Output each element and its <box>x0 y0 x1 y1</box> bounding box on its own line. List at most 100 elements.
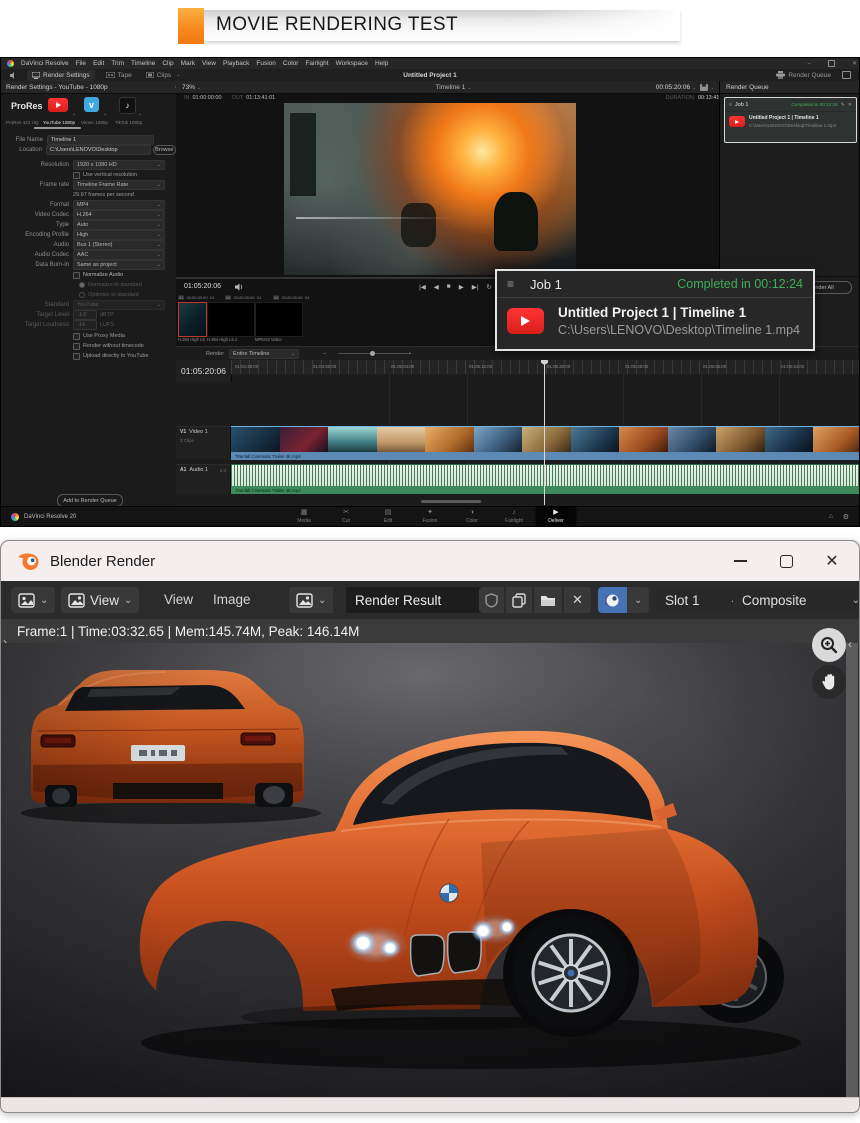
normalize-audio-checkbox[interactable] <box>73 272 80 279</box>
clips-button[interactable]: Clips <box>141 70 186 81</box>
viewer-timecode[interactable]: 00:05:20:06 <box>656 84 697 91</box>
skip-forward-button[interactable]: ▶| <box>472 283 479 291</box>
menu-file[interactable]: File <box>76 60 86 67</box>
pan-tool-button[interactable] <box>812 665 846 699</box>
preset-vimeo-chevron-icon[interactable] <box>101 102 107 120</box>
editor-type-button[interactable]: ⌄ <box>11 587 55 613</box>
fake-user-button[interactable] <box>479 587 504 613</box>
location-input[interactable]: C:\Users\LENOVO\Desktop <box>46 145 151 155</box>
timeline-scrollbar[interactable] <box>421 500 481 503</box>
preset-youtube-icon[interactable] <box>48 98 68 112</box>
video-track-header[interactable]: V1 Video 1 3 Clips <box>176 426 231 459</box>
open-image-button[interactable] <box>534 587 562 613</box>
page-tab-cut[interactable]: ✂ Cut <box>326 509 367 524</box>
target-level-input[interactable]: -1.0 <box>73 310 97 320</box>
preset-tiktok-icon[interactable]: ♪ <box>119 97 136 114</box>
render-queue-job-card[interactable]: ≡ Job 1 Completed in 00:12:24 ✎ ✕ Untitl… <box>724 97 857 143</box>
image-datablock-button[interactable]: ⌄ <box>289 587 333 613</box>
page-tab-media[interactable]: ▦ Media <box>284 509 325 524</box>
menu-clip[interactable]: Clip <box>162 60 173 67</box>
menu-trim[interactable]: Trim <box>111 60 124 67</box>
menu-workspace[interactable]: Workspace <box>336 60 368 67</box>
preset-vimeo-icon[interactable]: v <box>84 97 99 112</box>
home-icon[interactable]: ⌂ <box>828 513 832 520</box>
datablock-name-field[interactable]: Render Result <box>346 587 492 613</box>
speaker-toggle-icon[interactable] <box>5 70 23 81</box>
menu-edit[interactable]: Edit <box>93 60 104 67</box>
preset-scroll-indicator[interactable] <box>34 127 81 129</box>
job1-thumbnail[interactable] <box>178 302 207 337</box>
preset-youtube-chevron-icon[interactable] <box>70 102 76 120</box>
audio-codec-select[interactable]: AAC <box>73 250 165 260</box>
menu-view[interactable]: View <box>164 592 193 607</box>
zoom-in-tool-button[interactable] <box>812 628 846 662</box>
menu-image[interactable]: Image <box>213 592 251 607</box>
preset-label-tiktok[interactable]: TikTok 1080p <box>115 120 142 125</box>
use-proxy-checkbox[interactable] <box>73 333 80 340</box>
format-select[interactable]: MP4 <box>73 200 165 210</box>
render-settings-button[interactable]: Render Settings <box>27 70 95 81</box>
frame-rate-select[interactable]: Timeline Frame Rate <box>73 180 165 190</box>
page-tab-deliver[interactable]: ▶ Deliver <box>536 507 577 526</box>
render-result-view[interactable] <box>1 643 846 1097</box>
job-remove-icon[interactable]: ✕ <box>848 102 852 108</box>
menu-mark[interactable]: Mark <box>181 60 195 67</box>
render-scope-select[interactable]: Entire Timeline <box>229 349 299 359</box>
blender-close-button[interactable]: ✕ <box>809 551 855 571</box>
save-icon[interactable] <box>700 84 708 91</box>
vertical-res-checkbox[interactable] <box>73 172 80 179</box>
loop-button[interactable]: ↻ <box>486 283 491 291</box>
settings-gear-icon[interactable]: ⚙ <box>843 513 849 521</box>
browse-button[interactable]: Browse <box>153 145 176 155</box>
blender-titlebar[interactable]: Blender Render ✕ <box>1 541 859 581</box>
menu-fairlight[interactable]: Fairlight <box>305 60 328 67</box>
job2-thumbnail[interactable] <box>207 302 255 337</box>
page-tab-color[interactable]: ◑ Color <box>452 509 493 524</box>
menu-color[interactable]: Color <box>283 60 299 67</box>
stop-button[interactable]: ■ <box>447 283 451 290</box>
page-tab-edit[interactable]: ▤ Edit <box>368 509 409 524</box>
file-name-input[interactable]: Timeline 1 <box>47 135 154 145</box>
no-timecode-checkbox[interactable] <box>73 343 80 350</box>
zoom-slider[interactable] <box>338 353 408 354</box>
type-select[interactable]: Auto <box>73 220 165 230</box>
timeline-playhead[interactable] <box>544 360 545 505</box>
audio-track-header[interactable]: A1 Audio 1 2.0 <box>176 464 231 494</box>
timeline-select[interactable]: Timeline 1 <box>436 84 472 91</box>
preset-prores[interactable]: ProRes <box>11 101 43 111</box>
normalize-std-radio[interactable] <box>79 282 85 288</box>
preset-label-vimeo[interactable]: Vimeo 1080p <box>81 120 108 125</box>
preset-label-prores[interactable]: ProRes 422 HQ <box>6 120 38 125</box>
page-tab-fusion[interactable]: ✦ Fusion <box>410 509 451 524</box>
viewer-zoom-select[interactable]: 73% <box>182 84 201 91</box>
skip-back-button[interactable]: |◀ <box>419 283 426 291</box>
render-queue-toolbar-button[interactable]: Render Queue <box>771 70 836 81</box>
menu-view[interactable]: View <box>202 60 216 67</box>
blender-maximize-button[interactable] <box>763 555 809 568</box>
view-mode-dropdown[interactable]: View ⌄ <box>61 587 139 613</box>
pin-chevron-button[interactable]: ⌄ <box>627 587 649 613</box>
right-panel-collapse-icon[interactable]: ‹ <box>848 637 852 651</box>
panel-toggle-icon[interactable] <box>842 71 851 79</box>
audio-select[interactable]: Bus 1 (Stereo) <box>73 240 165 250</box>
preset-tiktok-chevron-icon[interactable] <box>136 102 142 120</box>
zoom-slider-handle[interactable] <box>370 351 375 356</box>
duplicate-button[interactable] <box>506 587 532 613</box>
zoom-in-icon[interactable]: + <box>408 351 411 357</box>
job3-thumbnail[interactable] <box>255 302 303 337</box>
standard-select[interactable]: YouTube <box>73 300 165 310</box>
resolve-maximize-button[interactable] <box>828 60 835 67</box>
burn-in-select[interactable]: Same as project <box>73 260 165 270</box>
preset-label-youtube[interactable]: YouTube 1080p <box>43 120 75 125</box>
page-tab-fairlight[interactable]: ♪ Fairlight <box>494 509 535 524</box>
unlink-button[interactable]: ✕ <box>564 587 591 613</box>
pass-select[interactable]: Composite ⌄ <box>733 587 860 613</box>
menu-playback[interactable]: Playback <box>223 60 249 67</box>
image-pin-toggle[interactable] <box>598 587 627 613</box>
resolution-select[interactable]: 1920 x 1080 HD <box>73 160 165 170</box>
job-edit-icon[interactable]: ✎ <box>841 102 845 108</box>
menu-davinci-resolve[interactable]: DaVinci Resolve <box>21 60 69 67</box>
menu-fusion[interactable]: Fusion <box>256 60 276 67</box>
video-codec-select[interactable]: H.264 <box>73 210 165 220</box>
play-button[interactable]: ▶ <box>459 283 464 291</box>
